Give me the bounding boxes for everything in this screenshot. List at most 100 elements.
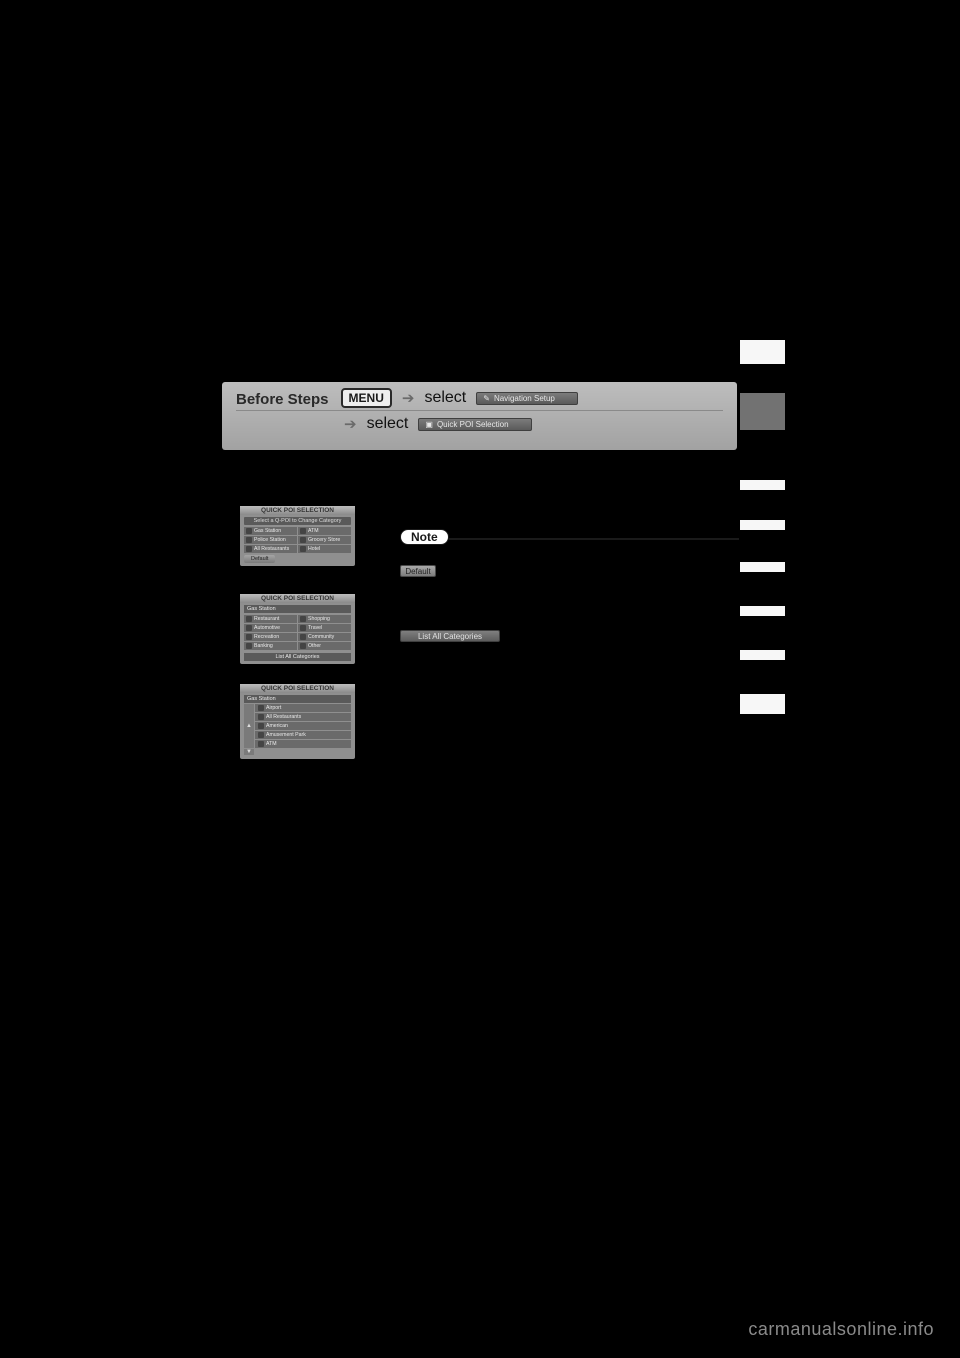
cell-label: Community <box>308 634 334 640</box>
cell-label: Restaurant <box>254 616 279 622</box>
note-label: Note <box>411 530 438 544</box>
arrow-icon: ➔ <box>402 389 415 407</box>
poi-icon <box>246 528 252 534</box>
cell-label: Other <box>308 643 321 649</box>
category-cell[interactable]: Other <box>298 642 351 650</box>
list-item[interactable]: Airport <box>255 704 351 712</box>
cell-label: Banking <box>254 643 273 649</box>
cell-label: Automotive <box>254 625 280 631</box>
side-tab <box>740 694 785 714</box>
category-icon <box>246 634 252 640</box>
select-label: select <box>424 389 466 407</box>
poi-icon <box>300 537 306 543</box>
mini3-items: Airport All Restaurants American Amuseme… <box>255 704 351 748</box>
poi-cell[interactable]: Hotel <box>298 545 351 553</box>
mini1-subtitle: Select a Q-POI to Change Category <box>244 517 351 525</box>
row-label: ATM <box>266 741 277 747</box>
category-cell[interactable]: Recreation <box>244 633 297 641</box>
category-icon <box>246 643 252 649</box>
row-label: Airport <box>266 705 281 711</box>
category-icon <box>300 634 306 640</box>
category-cell[interactable]: Community <box>298 633 351 641</box>
mini1-default-button[interactable]: Default <box>244 555 275 563</box>
chip-label: Navigation Setup <box>494 394 555 403</box>
mini-screen-3: QUICK POI SELECTION Gas Station ▲ Airpor… <box>240 684 355 759</box>
category-cell[interactable]: Travel <box>298 624 351 632</box>
mini2-header: Gas Station <box>244 605 351 613</box>
side-tab <box>740 480 785 490</box>
pencil-icon: ✎ <box>483 394 490 403</box>
scroll-down-button[interactable]: ▼ <box>244 749 254 755</box>
poi-icon <box>258 705 264 711</box>
steps-row-2: ➔ select ▣ Quick POI Selection <box>344 415 723 433</box>
poi-cell[interactable]: Grocery Store <box>298 536 351 544</box>
mini1-title: QUICK POI SELECTION <box>240 506 355 515</box>
before-steps-label: Before Steps <box>236 391 329 408</box>
arrow-icon: ➔ <box>344 415 357 433</box>
row-label: All Restaurants <box>266 714 301 720</box>
category-cell[interactable]: Banking <box>244 642 297 650</box>
side-tab <box>740 650 785 660</box>
list-item[interactable]: Amusement Park <box>255 731 351 739</box>
mini3-list: ▲ Airport All Restaurants American Amuse… <box>240 703 355 756</box>
poi-icon <box>258 723 264 729</box>
side-tab-active <box>740 393 785 430</box>
scroll-up-button[interactable]: ▲ <box>244 704 254 748</box>
poi-icon <box>258 714 264 720</box>
default-button[interactable]: Default <box>400 565 436 577</box>
cell-label: Recreation <box>254 634 279 640</box>
button-label: List All Categories <box>418 632 482 641</box>
category-icon <box>300 643 306 649</box>
list-item[interactable]: All Restaurants <box>255 713 351 721</box>
cell-label: Travel <box>308 625 322 631</box>
list-item[interactable]: American <box>255 722 351 730</box>
category-cell[interactable]: Automotive <box>244 624 297 632</box>
mini1-bottom-bar: Default <box>240 555 355 566</box>
select-label: select <box>367 415 409 433</box>
side-tab <box>740 606 785 616</box>
list-all-categories-button[interactable]: List All Categories <box>400 630 500 642</box>
list-item[interactable]: ATM <box>255 740 351 748</box>
cell-label: Hotel <box>308 546 320 552</box>
cell-label: All Restaurants <box>254 546 289 552</box>
side-tab <box>740 520 785 530</box>
side-tab <box>740 562 785 572</box>
mini3-header: Gas Station <box>244 695 351 703</box>
row-label: Amusement Park <box>266 732 306 738</box>
mini2-grid: Restaurant Shopping Automotive Travel Re… <box>240 613 355 652</box>
page: Before Steps MENU ➔ select ✎ Navigation … <box>0 0 960 1358</box>
poi-icon <box>258 741 264 747</box>
poi-icon <box>258 732 264 738</box>
poi-cell[interactable]: ATM <box>298 527 351 535</box>
mini2-list-all[interactable]: List All Categories <box>244 653 351 661</box>
quick-poi-selection-chip[interactable]: ▣ Quick POI Selection <box>418 418 531 431</box>
poi-icon <box>246 537 252 543</box>
cell-label: Shopping <box>308 616 330 622</box>
note-line <box>449 538 739 540</box>
poi-icon <box>300 528 306 534</box>
poi-icon: ▣ <box>425 420 433 429</box>
button-label: Default <box>405 567 430 576</box>
mini2-title: QUICK POI SELECTION <box>240 594 355 603</box>
poi-cell[interactable]: All Restaurants <box>244 545 297 553</box>
cell-label: Grocery Store <box>308 537 340 543</box>
poi-icon <box>300 546 306 552</box>
poi-cell[interactable]: Gas Station <box>244 527 297 535</box>
cell-label: Police Station <box>254 537 286 543</box>
note-pill: Note <box>400 529 449 545</box>
mini-screen-2: QUICK POI SELECTION Gas Station Restaura… <box>240 594 355 664</box>
before-steps-panel: Before Steps MENU ➔ select ✎ Navigation … <box>222 382 737 450</box>
poi-cell[interactable]: Police Station <box>244 536 297 544</box>
side-tab <box>740 340 785 364</box>
category-cell[interactable]: Restaurant <box>244 615 297 623</box>
menu-button[interactable]: MENU <box>341 388 392 408</box>
category-cell[interactable]: Shopping <box>298 615 351 623</box>
category-icon <box>300 625 306 631</box>
category-icon <box>246 625 252 631</box>
divider <box>236 410 723 411</box>
category-icon <box>300 616 306 622</box>
navigation-setup-chip[interactable]: ✎ Navigation Setup <box>476 392 578 405</box>
cell-label: Gas Station <box>254 528 281 534</box>
footer-watermark: carmanualsonline.info <box>748 1319 934 1340</box>
row-label: American <box>266 723 288 729</box>
